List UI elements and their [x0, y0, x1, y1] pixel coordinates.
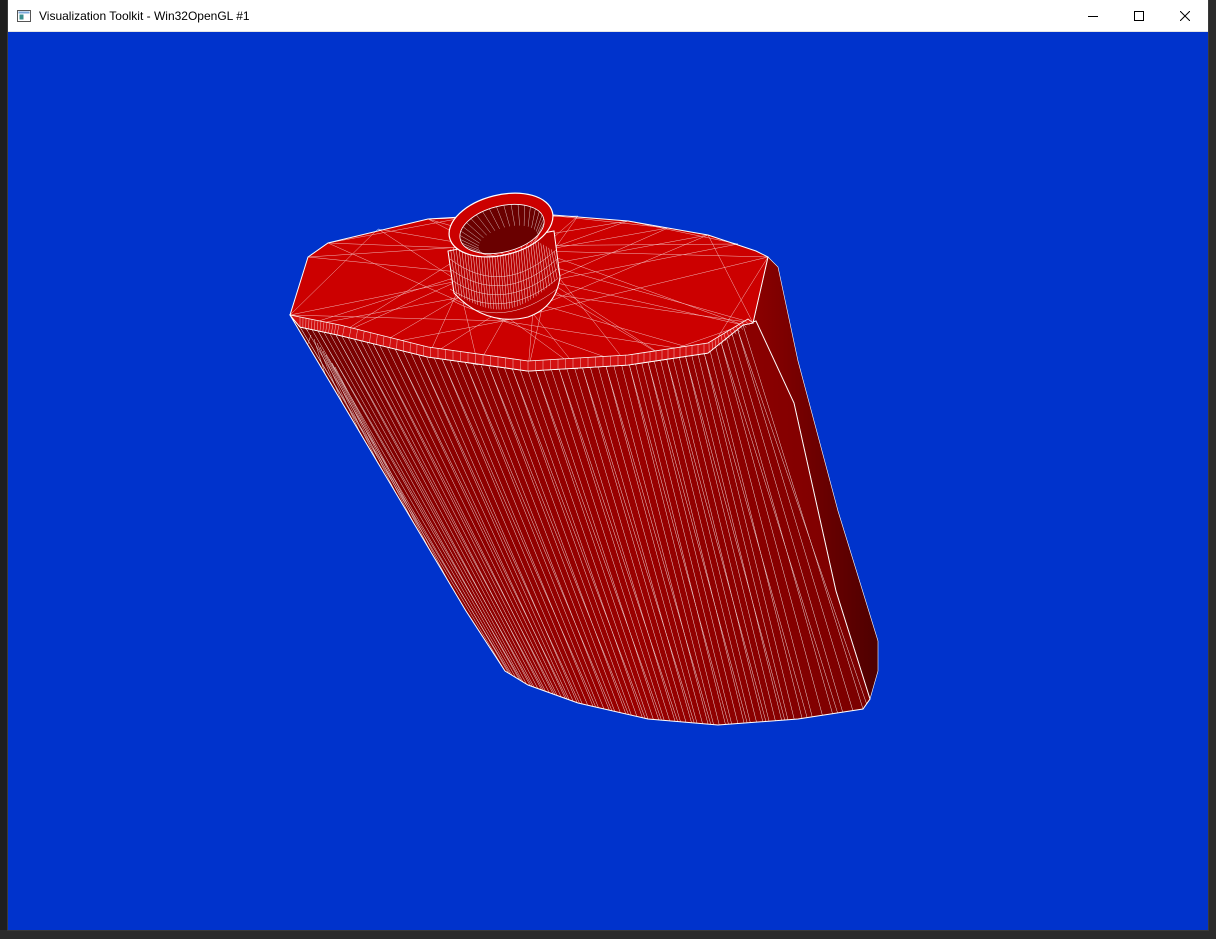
close-button[interactable]	[1162, 0, 1208, 31]
maximize-icon	[1134, 10, 1144, 21]
minimize-icon	[1088, 15, 1098, 17]
window-title: Visualization Toolkit - Win32OpenGL #1	[39, 8, 250, 23]
background-app-edge	[1208, 0, 1216, 939]
close-icon	[1180, 10, 1190, 21]
render-viewport[interactable]	[8, 31, 1208, 930]
minimize-button[interactable]	[1070, 0, 1116, 31]
3d-scene	[288, 192, 879, 726]
app-window-icon	[16, 8, 32, 24]
bottle-neck	[447, 192, 561, 320]
background-app-edge-bottom	[0, 930, 1216, 939]
render-window[interactable]: Visualization Toolkit - Win32OpenGL #1	[8, 0, 1208, 930]
maximize-button[interactable]	[1116, 0, 1162, 31]
title-bar[interactable]: Visualization Toolkit - Win32OpenGL #1	[8, 0, 1208, 32]
window-controls	[1070, 0, 1208, 31]
